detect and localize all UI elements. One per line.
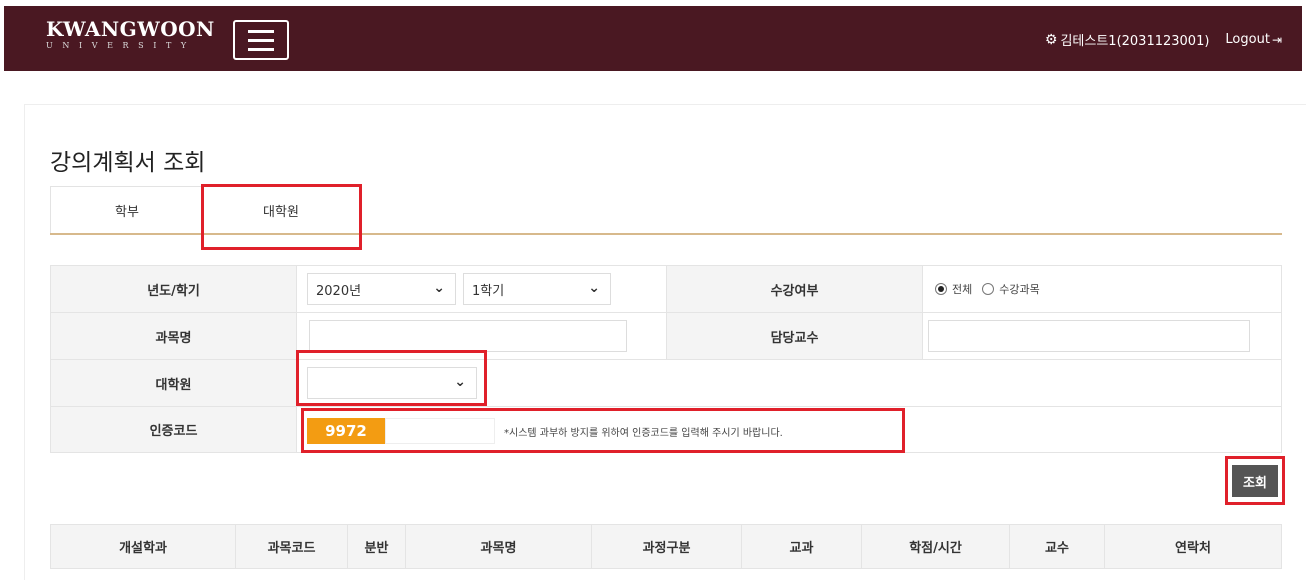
chevron-down-icon: ⌄ (433, 280, 445, 296)
term-select[interactable]: 1학기 ⌄ (463, 273, 611, 305)
radio-all[interactable] (935, 283, 947, 295)
grad-school-select[interactable]: ⌄ (307, 367, 477, 399)
col-credits-hours: 학점/시간 (861, 524, 1010, 569)
subject-input[interactable] (309, 320, 627, 352)
user-area: ⚙ 김테스트1(2031123001) Logout ⇥ (1045, 30, 1282, 50)
results-header-row: 개설학과 과목코드 분반 과목명 과정구분 교과 학점/시간 교수 연락처 (50, 524, 1282, 569)
enroll-label: 수강여부 (666, 265, 923, 313)
col-curriculum: 교과 (741, 524, 862, 569)
year-term-label: 년도/학기 (50, 265, 297, 313)
grad-school-label: 대학원 (50, 359, 297, 407)
menu-toggle-button[interactable] (233, 20, 289, 60)
logo-wordmark: KWANGWOON (46, 17, 215, 41)
sign-out-icon[interactable]: ⇥ (1272, 33, 1282, 47)
radio-enrolled[interactable] (982, 283, 995, 295)
chevron-down-icon: ⌄ (588, 280, 600, 296)
radio-all-label: 전체 (952, 283, 973, 296)
year-select-value: 2020년 (316, 283, 362, 299)
year-select[interactable]: 2020년 ⌄ (307, 273, 456, 305)
col-course-name: 과목명 (405, 524, 592, 569)
auth-code-note: *시스템 과부하 방지를 위하여 인증코드를 입력해 주시기 바랍니다. (504, 428, 783, 439)
logo-subtitle: UNIVERSITY (46, 41, 196, 50)
radio-enrolled-label: 수강과목 (999, 283, 1040, 296)
page-title: 강의계획서 조회 (50, 150, 206, 176)
term-select-value: 1학기 (472, 283, 505, 299)
col-department: 개설학과 (50, 524, 236, 569)
enroll-cell: 전체 수강과목 (922, 265, 1282, 313)
col-contact: 연락처 (1104, 524, 1282, 569)
tab-undergraduate[interactable]: 학부 (50, 186, 204, 234)
logout-link[interactable]: Logout (1225, 32, 1270, 47)
subject-cell (296, 312, 667, 360)
top-navigation-bar: KWANGWOON UNIVERSITY ⚙ 김테스트1(2031123001)… (4, 6, 1302, 71)
professor-label: 담당교수 (666, 312, 923, 360)
hamburger-line (248, 30, 274, 33)
chevron-down-icon: ⌄ (454, 374, 466, 390)
professor-input[interactable] (928, 320, 1250, 352)
hamburger-line (248, 48, 274, 51)
col-section: 분반 (347, 524, 406, 569)
year-term-cell: 2020년 ⌄ 1학기 ⌄ (296, 265, 667, 313)
search-button[interactable]: 조회 (1232, 465, 1278, 497)
professor-cell (922, 312, 1282, 360)
col-professor: 교수 (1009, 524, 1105, 569)
auth-code-badge: 9972 (307, 418, 385, 444)
col-course-code: 과목코드 (235, 524, 348, 569)
tab-underline (50, 233, 1282, 235)
enroll-radio-group: 전체 수강과목 (935, 281, 1281, 297)
tab-graduate[interactable]: 대학원 (204, 186, 358, 234)
auth-code-label: 인증코드 (50, 406, 297, 453)
results-table: 개설학과 과목코드 분반 과목명 과정구분 교과 학점/시간 교수 연락처 (50, 524, 1282, 569)
university-logo[interactable]: KWANGWOON UNIVERSITY (46, 18, 215, 52)
auth-code-input[interactable] (385, 418, 495, 444)
grad-school-cell: ⌄ (296, 359, 1282, 407)
user-name-link[interactable]: 김테스트1(2031123001) (1060, 30, 1209, 49)
subject-label: 과목명 (50, 312, 297, 360)
gear-icon[interactable]: ⚙ (1045, 32, 1058, 48)
col-program-type: 과정구분 (591, 524, 742, 569)
hamburger-line (248, 39, 274, 42)
